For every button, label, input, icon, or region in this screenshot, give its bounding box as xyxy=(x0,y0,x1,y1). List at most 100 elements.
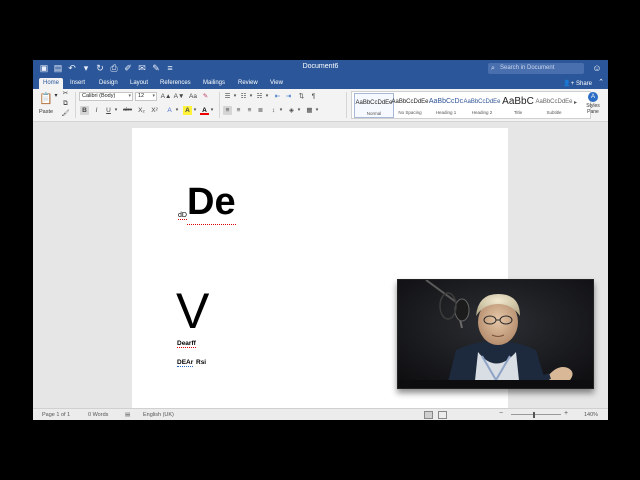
paste-icon[interactable]: 📋 xyxy=(39,92,53,106)
text-effects-dropdown-icon[interactable]: ▾ xyxy=(174,106,180,115)
doc-text-small[interactable]: dD xyxy=(178,212,187,220)
format-painter-icon[interactable]: ✐ xyxy=(123,62,133,74)
borders-dropdown-icon[interactable]: ▾ xyxy=(314,106,320,115)
ribbon-tabs: Home Insert Design Layout References Mai… xyxy=(33,77,608,89)
font-color-dropdown-icon[interactable]: ▾ xyxy=(209,106,215,115)
word-count[interactable]: 0 Words xyxy=(88,411,108,419)
justify-icon[interactable]: ≣ xyxy=(256,106,265,115)
superscript-button[interactable]: X² xyxy=(149,106,160,115)
multilevel-dropdown-icon[interactable]: ▾ xyxy=(264,92,270,101)
zoom-slider[interactable] xyxy=(511,414,561,415)
font-size-value: 12 xyxy=(138,93,145,99)
tab-home[interactable]: Home xyxy=(39,78,64,89)
undo-icon[interactable]: ↶ xyxy=(67,62,77,74)
doc-text-dear[interactable]: DEAr xyxy=(177,359,194,367)
customize-icon[interactable]: ≡ xyxy=(165,62,175,74)
borders-icon[interactable]: ▦ xyxy=(305,106,314,115)
bullets-dropdown-icon[interactable]: ▾ xyxy=(232,92,238,101)
clear-formatting-icon[interactable]: ✎ xyxy=(201,92,210,101)
style-name: Subtitle xyxy=(546,110,562,115)
increase-indent-icon[interactable]: ⇥ xyxy=(284,92,293,101)
doc-text-rsi[interactable]: Rsi xyxy=(196,359,206,366)
multilevel-list-icon[interactable]: ☵ xyxy=(255,92,264,101)
feedback-smiley-icon[interactable]: ☺ xyxy=(590,62,604,74)
tab-design[interactable]: Design xyxy=(95,78,122,89)
tab-mailings[interactable]: Mailings xyxy=(199,78,229,89)
bullets-icon[interactable]: ☰ xyxy=(223,92,232,101)
style-subtitle[interactable]: AaBbCcDdEe Subtitle xyxy=(534,93,574,118)
underline-button[interactable]: U xyxy=(104,106,113,115)
print-icon[interactable]: ⎙ xyxy=(109,62,119,74)
page-count[interactable]: Page 1 of 1 xyxy=(42,411,70,419)
zoom-out-icon[interactable]: − xyxy=(499,410,503,418)
style-name: Title xyxy=(513,110,523,115)
web-layout-view-icon[interactable] xyxy=(438,411,447,419)
italic-button[interactable]: I xyxy=(92,106,101,115)
zoom-slider-thumb[interactable] xyxy=(532,412,535,418)
show-formatting-icon[interactable]: ¶ xyxy=(309,92,318,101)
numbering-icon[interactable]: ☷ xyxy=(239,92,248,101)
style-heading-1[interactable]: AaBbCcDc Heading 1 xyxy=(426,93,466,118)
envelope-icon[interactable]: ✉ xyxy=(137,62,147,74)
edit-icon[interactable]: ✎ xyxy=(151,62,161,74)
style-no-spacing[interactable]: AaBbCcDdEe No Spacing xyxy=(390,93,430,118)
strikethrough-button[interactable]: abc xyxy=(121,106,134,115)
sidebar-icon[interactable]: ▣ xyxy=(39,62,49,74)
align-left-icon[interactable]: ≡ xyxy=(223,106,232,115)
doc-text-v[interactable]: V xyxy=(176,282,209,340)
bold-button[interactable]: B xyxy=(80,106,89,115)
styles-pane-button[interactable]: A Styles Pane xyxy=(581,92,605,115)
shrink-font-button[interactable]: A▼ xyxy=(173,92,185,101)
zoom-in-icon[interactable]: + xyxy=(564,410,568,418)
subscript-button[interactable]: X₂ xyxy=(136,106,147,115)
copy-icon[interactable]: ⧉ xyxy=(61,99,70,108)
change-case-button[interactable]: Aa xyxy=(187,92,199,101)
style-normal[interactable]: AaBbCcDdEe Normal xyxy=(354,93,394,118)
font-color-button[interactable]: A xyxy=(200,106,209,115)
highlight-dropdown-icon[interactable]: ▾ xyxy=(192,106,198,115)
tab-references[interactable]: References xyxy=(156,78,195,89)
style-title[interactable]: AaBbC Title xyxy=(498,93,538,118)
align-center-icon[interactable]: ≡ xyxy=(234,106,243,115)
font-size-select[interactable]: 12 ▾ xyxy=(135,92,157,101)
doc-text-dearff[interactable]: Dearff xyxy=(177,340,196,348)
shading-icon[interactable]: ◈ xyxy=(287,106,296,115)
tab-insert[interactable]: Insert xyxy=(66,78,89,89)
shading-dropdown-icon[interactable]: ▾ xyxy=(296,106,302,115)
save-icon[interactable]: ▤ xyxy=(53,62,63,74)
tab-review[interactable]: Review xyxy=(234,78,262,89)
numbering-dropdown-icon[interactable]: ▾ xyxy=(248,92,254,101)
text-effects-icon[interactable]: A xyxy=(165,106,174,115)
style-preview: AaBbCcDdEe xyxy=(355,100,393,106)
line-spacing-icon[interactable]: ↕ xyxy=(269,106,278,115)
font-name-select[interactable]: Calibri (Body) ▾ xyxy=(79,92,133,101)
grow-font-button[interactable]: A▲ xyxy=(160,92,172,101)
webcam-picture xyxy=(398,280,593,388)
format-painter-icon-ribbon[interactable]: 🖌 xyxy=(61,109,70,118)
paste-label[interactable]: Paste xyxy=(39,109,53,115)
collapse-ribbon-icon[interactable]: ⌃ xyxy=(598,78,604,88)
language[interactable]: English (UK) xyxy=(143,411,174,419)
align-right-icon[interactable]: ≡ xyxy=(245,106,254,115)
style-preview: AaBbCcDc xyxy=(428,98,464,105)
print-layout-view-icon[interactable] xyxy=(424,411,433,419)
search-input[interactable]: ⌕ Search in Document xyxy=(488,63,584,74)
tab-layout[interactable]: Layout xyxy=(126,78,152,89)
tab-view[interactable]: View xyxy=(266,78,287,89)
paste-dropdown-icon[interactable]: ▾ xyxy=(53,92,59,101)
sort-icon[interactable]: ⇅ xyxy=(297,92,306,101)
proofing-icon[interactable]: ▤ xyxy=(125,411,130,419)
undo-dropdown-icon[interactable]: ▾ xyxy=(81,62,91,74)
webcam-overlay xyxy=(397,279,594,389)
doc-text-large[interactable]: De xyxy=(187,180,236,225)
cut-icon[interactable]: ✂ xyxy=(61,89,70,98)
share-button[interactable]: 👤+ Share xyxy=(563,79,592,89)
gallery-expand-icon[interactable]: ▸ xyxy=(574,99,577,106)
decrease-indent-icon[interactable]: ⇤ xyxy=(273,92,282,101)
line-spacing-dropdown-icon[interactable]: ▾ xyxy=(278,106,284,115)
style-heading-2[interactable]: AaBbCcDdEe Heading 2 xyxy=(462,93,502,118)
underline-dropdown-icon[interactable]: ▾ xyxy=(113,106,119,115)
redo-icon[interactable]: ↻ xyxy=(95,62,105,74)
highlight-button[interactable]: A xyxy=(183,106,192,115)
zoom-level[interactable]: 140% xyxy=(584,411,598,419)
